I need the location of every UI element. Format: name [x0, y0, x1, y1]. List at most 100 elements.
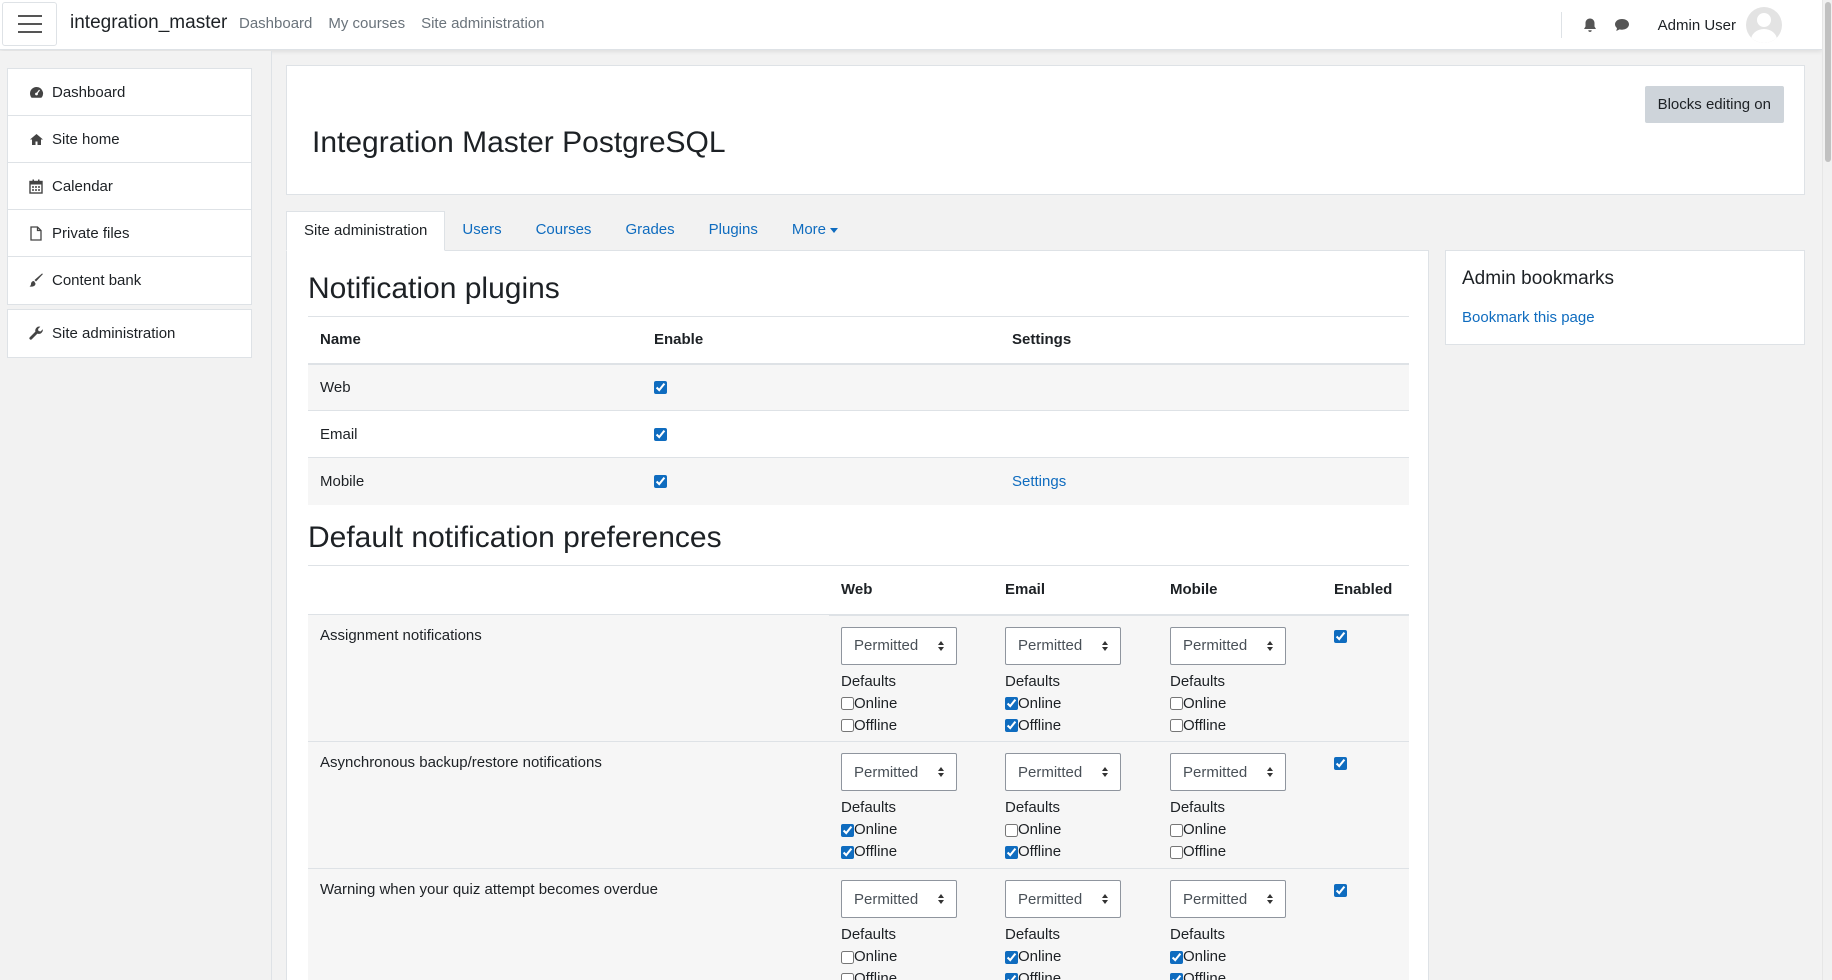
web-permission-select[interactable]: Permitted — [841, 880, 957, 918]
user-name[interactable]: Admin User — [1658, 17, 1736, 34]
plugin-enable-checkbox[interactable] — [654, 381, 667, 395]
email-cell: Permitted Defaults Online Offline — [993, 614, 1158, 742]
sidebar-item-site-administration[interactable]: Site administration — [8, 310, 251, 357]
web-online-checkbox[interactable] — [841, 823, 854, 837]
mobile-online-option[interactable]: Online — [1170, 693, 1310, 715]
email-cell: Permitted Defaults Online Offline — [993, 741, 1158, 869]
email-offline-option[interactable]: Offline — [1005, 968, 1146, 980]
table-row: Email — [308, 410, 1409, 458]
web-permission-select[interactable]: Permitted — [841, 626, 957, 665]
tab-plugins[interactable]: Plugins — [692, 211, 775, 251]
tab-site-administration[interactable]: Site administration — [286, 211, 446, 251]
web-offline-option[interactable]: Offline — [841, 715, 981, 737]
mobile-offline-checkbox[interactable] — [1170, 719, 1183, 732]
nav-site-admin-link[interactable]: Site administration — [421, 15, 544, 32]
nav-dashboard-link[interactable]: Dashboard — [239, 15, 312, 32]
mobile-offline-option[interactable]: Offline — [1170, 968, 1310, 980]
bookmark-this-page-link[interactable]: Bookmark this page — [1462, 309, 1595, 326]
chat-icon[interactable] — [1614, 17, 1630, 33]
menu-toggle-button[interactable] — [2, 2, 57, 46]
email-permission-select[interactable]: Permitted — [1005, 626, 1121, 665]
avatar[interactable] — [1746, 7, 1782, 43]
email-offline-option[interactable]: Offline — [1005, 841, 1146, 863]
mobile-offline-checkbox[interactable] — [1170, 845, 1183, 859]
table-row: Mobile Settings — [308, 457, 1409, 505]
column-header-email: Email — [993, 565, 1158, 616]
web-offline-checkbox[interactable] — [841, 972, 854, 980]
mobile-permission-select[interactable]: Permitted — [1170, 880, 1286, 918]
bell-icon[interactable] — [1582, 17, 1598, 33]
web-offline-option[interactable]: Offline — [841, 841, 981, 863]
web-online-checkbox[interactable] — [841, 950, 854, 964]
sidebar-item-label: Content bank — [52, 272, 142, 289]
table-row: Warning when your quiz attempt becomes o… — [308, 868, 1409, 980]
email-offline-checkbox[interactable] — [1005, 719, 1018, 732]
mobile-online-option[interactable]: Online — [1170, 946, 1310, 968]
file-icon — [28, 225, 44, 241]
email-online-checkbox[interactable] — [1005, 950, 1018, 964]
email-permission-select[interactable]: Permitted — [1005, 880, 1121, 918]
email-online-option[interactable]: Online — [1005, 946, 1146, 968]
web-offline-checkbox[interactable] — [841, 719, 854, 732]
email-offline-checkbox[interactable] — [1005, 845, 1018, 859]
web-permission-select[interactable]: Permitted — [841, 753, 957, 791]
sidebar-item-private-files[interactable]: Private files — [8, 210, 251, 257]
tab-courses[interactable]: Courses — [519, 211, 609, 251]
blocks-editing-button[interactable]: Blocks editing on — [1644, 86, 1784, 123]
mobile-offline-option[interactable]: Offline — [1170, 841, 1310, 863]
email-online-option[interactable]: Online — [1005, 693, 1146, 715]
email-offline-option[interactable]: Offline — [1005, 715, 1146, 737]
email-online-checkbox[interactable] — [1005, 823, 1018, 837]
defaults-label: Defaults — [1170, 799, 1226, 816]
email-offline-checkbox[interactable] — [1005, 972, 1018, 980]
tab-grades[interactable]: Grades — [608, 211, 691, 251]
offline-label: Offline — [1018, 716, 1062, 734]
web-online-option[interactable]: Online — [841, 946, 981, 968]
mobile-online-checkbox[interactable] — [1170, 950, 1183, 964]
email-online-checkbox[interactable] — [1005, 697, 1018, 710]
default-preferences-heading: Default notification preferences — [308, 521, 722, 554]
mobile-offline-checkbox[interactable] — [1170, 972, 1183, 980]
plugin-enable-checkbox[interactable] — [654, 475, 667, 489]
plugin-enable-checkbox[interactable] — [654, 428, 667, 442]
mobile-online-checkbox[interactable] — [1170, 823, 1183, 837]
web-offline-option[interactable]: Offline — [841, 968, 981, 980]
select-arrows-icon — [1102, 894, 1108, 904]
mobile-online-checkbox[interactable] — [1170, 697, 1183, 710]
web-online-option[interactable]: Online — [841, 819, 981, 841]
mobile-permission-select[interactable]: Permitted — [1170, 626, 1286, 665]
notification-plugins-heading: Notification plugins — [308, 272, 560, 305]
sidebar-item-site-home[interactable]: Site home — [8, 116, 251, 163]
nav-my-courses-link[interactable]: My courses — [328, 15, 405, 32]
mobile-online-option[interactable]: Online — [1170, 819, 1310, 841]
email-online-option[interactable]: Online — [1005, 819, 1146, 841]
web-online-option[interactable]: Online — [841, 693, 981, 715]
preference-enabled-checkbox[interactable] — [1334, 630, 1347, 644]
caret-down-icon — [830, 227, 839, 233]
email-permission-select[interactable]: Permitted — [1005, 753, 1121, 791]
scrollbar-thumb[interactable] — [1825, 2, 1831, 162]
select-value: Permitted — [854, 637, 919, 654]
sidebar-item-label: Dashboard — [52, 83, 126, 101]
enabled-cell — [1322, 868, 1409, 980]
mobile-offline-option[interactable]: Offline — [1170, 715, 1310, 737]
brush-icon — [28, 273, 44, 289]
offline-label: Offline — [854, 716, 898, 734]
web-offline-checkbox[interactable] — [841, 845, 854, 859]
web-online-checkbox[interactable] — [841, 697, 854, 710]
sidebar-item-content-bank[interactable]: Content bank — [8, 257, 251, 304]
plugin-settings-link[interactable]: Settings — [1012, 473, 1066, 490]
preference-enabled-checkbox[interactable] — [1334, 756, 1347, 770]
sidebar-item-calendar[interactable]: Calendar — [8, 163, 251, 210]
tab-users[interactable]: Users — [445, 211, 518, 251]
online-label: Online — [1018, 948, 1062, 965]
preference-enabled-checkbox[interactable] — [1334, 883, 1347, 897]
column-header-settings: Settings — [1000, 316, 1409, 365]
site-brand[interactable]: integration_master — [70, 12, 227, 34]
tab-more[interactable]: More — [775, 211, 855, 251]
mobile-permission-select[interactable]: Permitted — [1170, 753, 1286, 791]
sidebar-item-dashboard[interactable]: Dashboard — [8, 69, 251, 116]
table-row: Assignment notifications Permitted Default… — [308, 614, 1409, 742]
page-scrollbar[interactable] — [1822, 0, 1832, 980]
default-preferences-table: Web Email Mobile Enabled Assignment noti… — [308, 565, 1409, 980]
